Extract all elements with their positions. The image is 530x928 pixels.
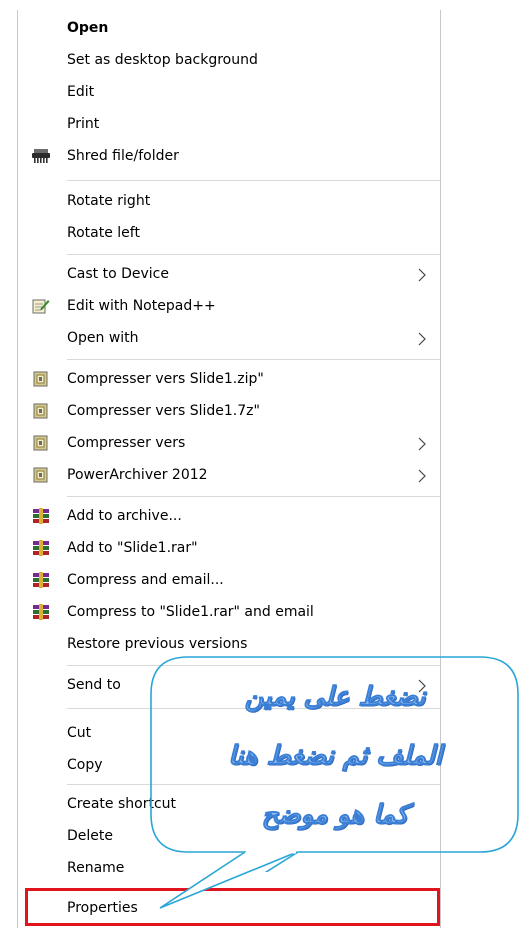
menu-item-cast-to-device[interactable]: Cast to Device: [18, 259, 440, 289]
callout-line: كما هو موضح: [261, 799, 409, 830]
chevron-right-icon: [416, 331, 428, 346]
menu-item-add-to-rar[interactable]: Add to "Slide1.rar": [18, 533, 440, 563]
menu-item-label: Delete: [67, 828, 113, 844]
menu-item-add-to-archive[interactable]: Add to archive...: [18, 501, 440, 531]
menu-item-compress-to[interactable]: Compresser vers: [18, 428, 440, 458]
menu-item-compress-email[interactable]: Compress and email...: [18, 565, 440, 595]
menu-item-compress-7z[interactable]: Compresser vers Slide1.7z": [18, 396, 440, 426]
powerarchiver-icon: [32, 435, 50, 451]
menu-item-powerarchiver[interactable]: PowerArchiver 2012: [18, 460, 440, 490]
callout-text: نضغط على يمين الملف ثم نضغط هنا كما هو م…: [170, 668, 500, 844]
menu-item-label: Rotate left: [67, 225, 140, 241]
winrar-icon: [32, 508, 50, 524]
menu-item-label: Compress and email...: [67, 572, 224, 588]
callout-line: الملف ثم نضغط هنا: [228, 740, 442, 771]
powerarchiver-icon: [32, 371, 50, 387]
menu-item-label: Compress to "Slide1.rar" and email: [67, 604, 314, 620]
menu-item-label: Cast to Device: [67, 266, 169, 282]
callout-line: نضغط على يمين: [244, 682, 426, 713]
menu-separator: [67, 180, 440, 181]
menu-item-rotate-left[interactable]: Rotate left: [18, 218, 440, 248]
menu-item-label: Restore previous versions: [67, 636, 248, 652]
notepad-plus-icon: [32, 298, 50, 314]
menu-item-label: Open: [67, 20, 109, 36]
menu-item-label: Open with: [67, 330, 139, 346]
menu-item-label: Add to "Slide1.rar": [67, 540, 198, 556]
menu-item-compress-rar-email[interactable]: Compress to "Slide1.rar" and email: [18, 597, 440, 627]
menu-item-shred[interactable]: Shred file/folder: [18, 141, 440, 171]
chevron-right-icon: [416, 267, 428, 282]
menu-separator: [67, 254, 440, 255]
menu-item-label: Compresser vers Slide1.7z": [67, 403, 260, 419]
menu-item-print[interactable]: Print: [18, 109, 440, 139]
properties-highlight-box: [25, 888, 440, 926]
menu-item-label: Set as desktop background: [67, 52, 258, 68]
menu-item-label: Print: [67, 116, 100, 132]
chevron-right-icon: [416, 436, 428, 451]
menu-item-open[interactable]: Open: [18, 13, 440, 43]
menu-item-rotate-right[interactable]: Rotate right: [18, 186, 440, 216]
menu-item-label: Rename: [67, 860, 125, 876]
winrar-icon: [32, 540, 50, 556]
powerarchiver-icon: [32, 467, 50, 483]
chevron-right-icon: [416, 468, 428, 483]
winrar-icon: [32, 604, 50, 620]
menu-item-open-with[interactable]: Open with: [18, 323, 440, 353]
powerarchiver-icon: [32, 403, 50, 419]
menu-item-label: Add to archive...: [67, 508, 182, 524]
shredder-icon: [32, 148, 50, 164]
menu-item-edit[interactable]: Edit: [18, 77, 440, 107]
menu-item-rename[interactable]: Rename: [18, 853, 440, 883]
menu-item-label: Cut: [67, 725, 92, 741]
menu-separator: [67, 496, 440, 497]
menu-item-label: Compresser vers Slide1.zip": [67, 371, 264, 387]
menu-item-label: Create shortcut: [67, 796, 177, 812]
menu-item-label: Shred file/folder: [67, 148, 179, 164]
menu-item-label: Edit: [67, 84, 95, 100]
menu-item-compress-zip[interactable]: Compresser vers Slide1.zip": [18, 364, 440, 394]
menu-separator: [67, 359, 440, 360]
menu-item-label: Edit with Notepad++: [67, 298, 216, 314]
menu-item-edit-notepad[interactable]: Edit with Notepad++: [18, 291, 440, 321]
menu-item-label: Rotate right: [67, 193, 151, 209]
winrar-icon: [32, 572, 50, 588]
menu-separator: [67, 665, 440, 666]
menu-item-restore-previous[interactable]: Restore previous versions: [18, 629, 440, 659]
menu-item-label: PowerArchiver 2012: [67, 467, 208, 483]
menu-item-label: Copy: [67, 757, 103, 773]
menu-item-label: Compresser vers: [67, 435, 186, 451]
menu-item-label: Send to: [67, 677, 121, 693]
menu-item-set-desktop-background[interactable]: Set as desktop background: [18, 45, 440, 75]
